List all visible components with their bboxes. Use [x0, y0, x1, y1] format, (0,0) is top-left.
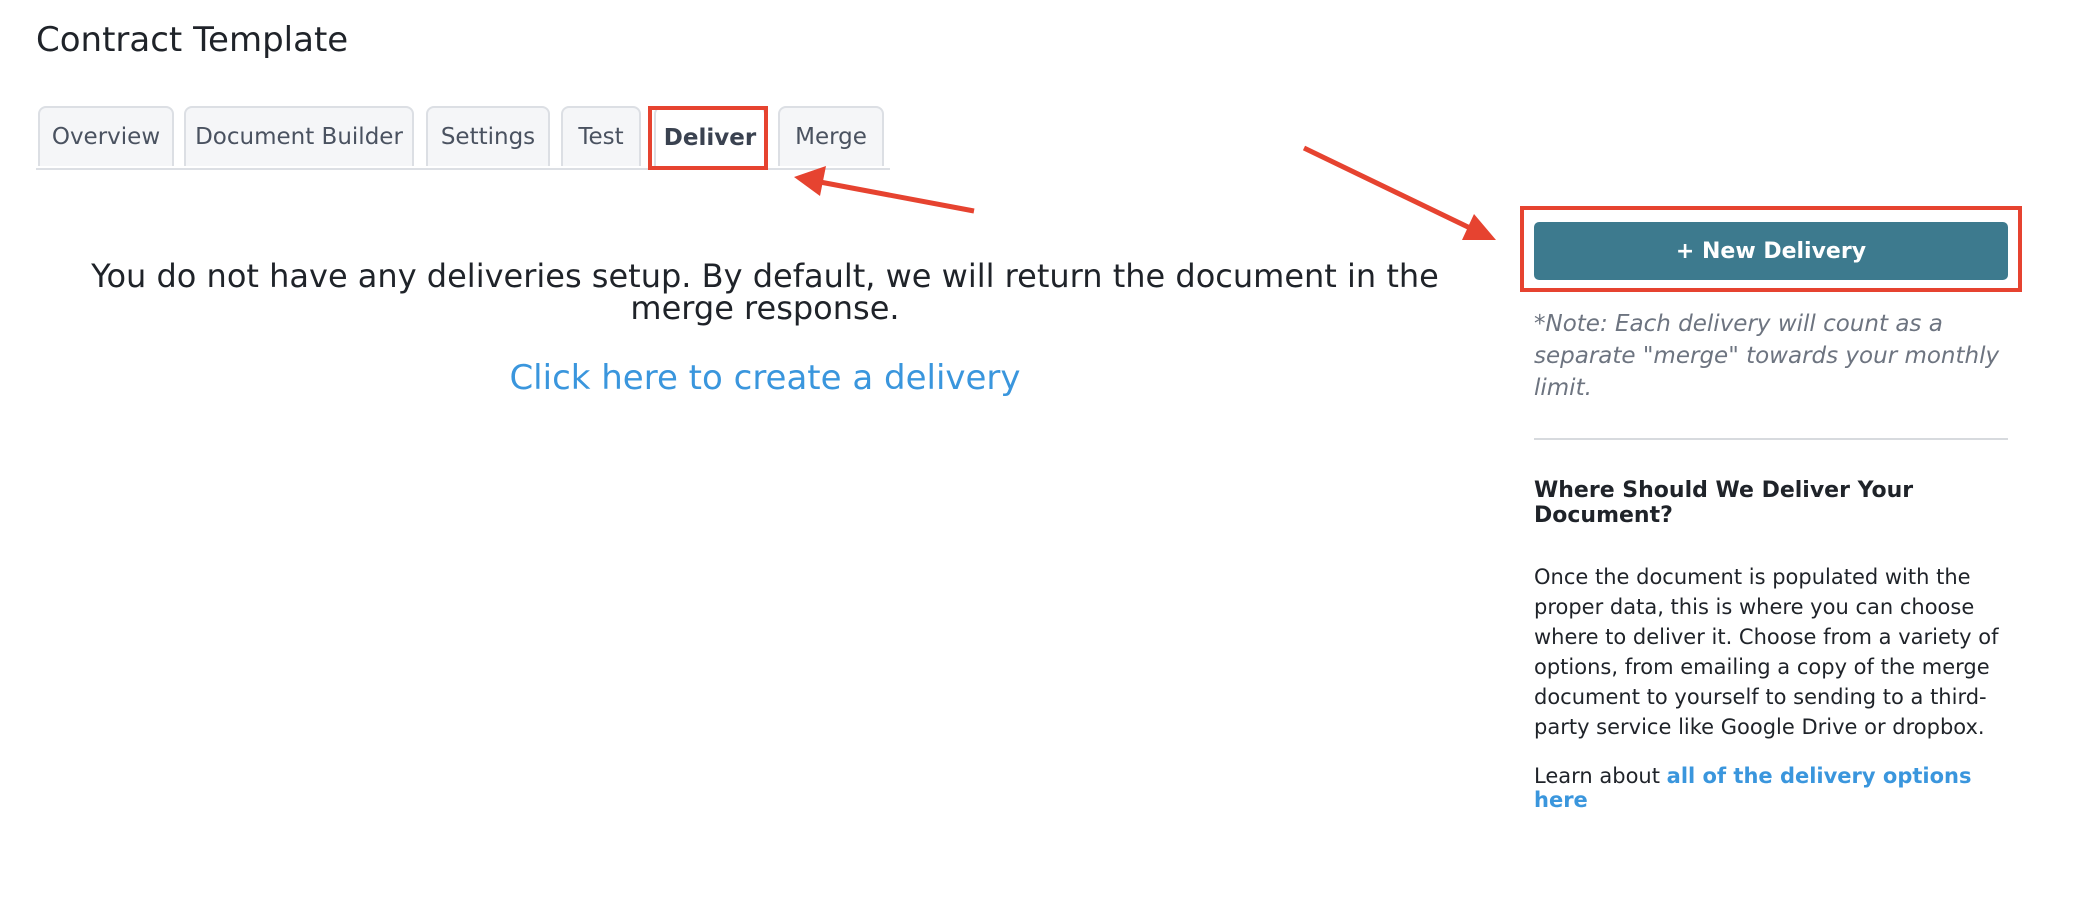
- new-delivery-button[interactable]: + New Delivery: [1534, 222, 2008, 280]
- sidebar-divider: [1534, 438, 2008, 440]
- tab-settings[interactable]: Settings: [426, 106, 550, 166]
- arrow-to-deliver-tab: [794, 166, 975, 214]
- delivery-sidebar: + New Delivery *Note: Each delivery will…: [1534, 222, 2008, 812]
- page-title: Contract Template: [36, 20, 349, 60]
- arrow-to-new-delivery: [1302, 145, 1496, 240]
- create-delivery-link[interactable]: Click here to create a delivery: [60, 358, 1470, 398]
- learn-more-prefix: Learn about: [1534, 764, 1660, 788]
- empty-deliveries-message: You do not have any deliveries setup. By…: [91, 257, 1439, 327]
- tab-overview[interactable]: Overview: [38, 106, 174, 166]
- tab-test[interactable]: Test: [561, 106, 641, 166]
- tab-merge[interactable]: Merge: [778, 106, 884, 166]
- delivery-help-body: Once the document is populated with the …: [1534, 565, 1999, 739]
- delivery-note: *Note: Each delivery will count as a sep…: [1534, 311, 2000, 401]
- delivery-help-heading: Where Should We Deliver Your Document?: [1534, 478, 1914, 528]
- learn-more: Learn about all of the delivery options …: [1534, 764, 2008, 812]
- deliver-tab-highlight: [648, 106, 768, 170]
- tab-document-builder[interactable]: Document Builder: [184, 106, 414, 166]
